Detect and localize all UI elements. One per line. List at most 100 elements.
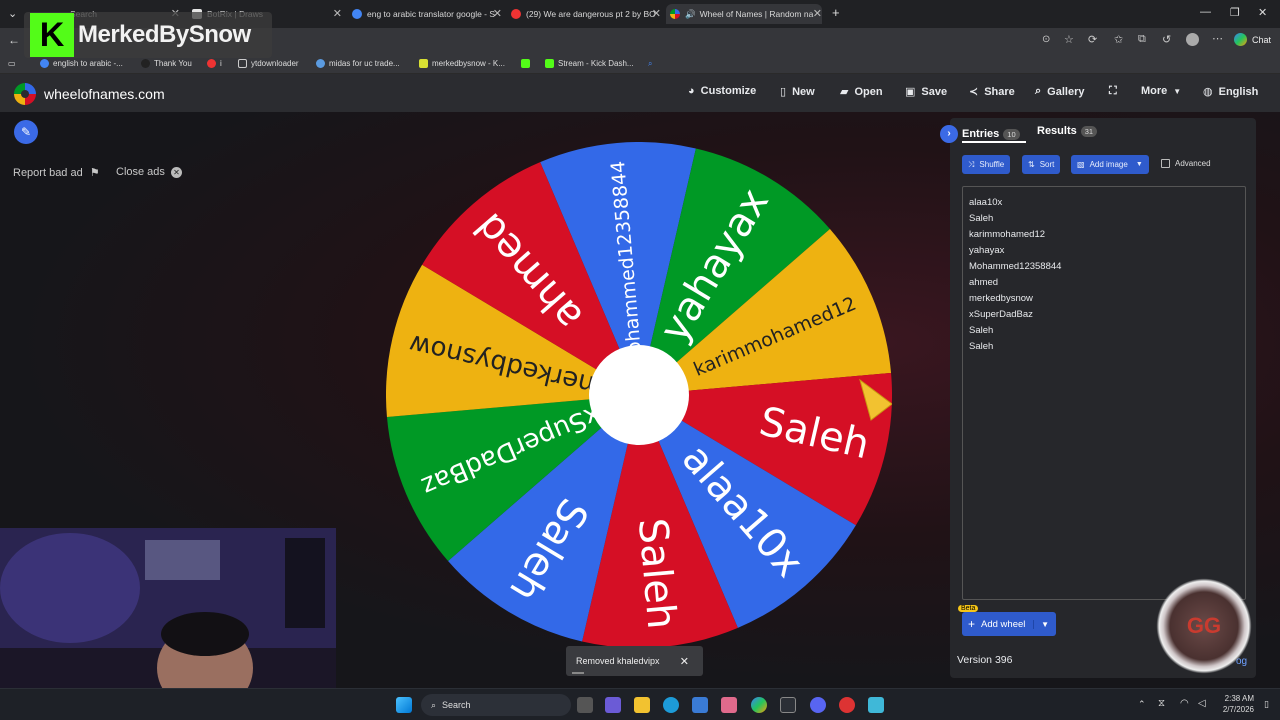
shuffle-icon: ⤨ xyxy=(968,159,975,169)
palette-icon: ◕ xyxy=(688,85,695,97)
favorites-icon[interactable]: ✩ xyxy=(1114,33,1123,46)
new-tab-button[interactable]: + xyxy=(832,5,840,20)
obs-icon[interactable] xyxy=(839,697,855,713)
profile-avatar[interactable] xyxy=(1186,33,1199,46)
shuffle-button[interactable]: ⤨ Shuffle xyxy=(962,155,1011,174)
discord-icon[interactable] xyxy=(810,697,826,713)
report-bad-ad-link[interactable]: Report bad ad ⚑ xyxy=(13,166,100,179)
new-document-icon: ▯ xyxy=(780,86,787,98)
checkbox-box[interactable] xyxy=(1161,159,1170,168)
entries-textarea[interactable]: alaa10x Saleh karimmohamed12 yahayax Moh… xyxy=(962,186,1246,600)
entry-line: ahmed xyxy=(969,277,999,288)
bookmark-item[interactable]: english to arabic -... xyxy=(40,59,123,68)
bookmark-label: i xyxy=(220,59,222,68)
collapse-panel-icon[interactable]: › xyxy=(940,125,958,143)
notifications-icon[interactable]: ▯ xyxy=(1264,699,1269,710)
wheel[interactable]: Mohammed12358844 yahayaxkarimmohamed12Sal… xyxy=(386,142,892,648)
share-button[interactable]: ≺ Share xyxy=(969,85,1015,99)
close-ads-link[interactable]: Close ads ✕ xyxy=(116,166,182,178)
bookmark-item[interactable]: midas for uc trade... xyxy=(316,59,400,68)
fullscreen-button[interactable]: ⛶ xyxy=(1109,85,1123,98)
app-icon[interactable] xyxy=(780,697,796,713)
volume-icon[interactable]: ◁ xyxy=(1198,698,1206,709)
star-icon[interactable]: ☆ xyxy=(1064,33,1074,46)
bookmark-item[interactable]: i xyxy=(207,59,222,68)
more-icon[interactable]: ⊙ xyxy=(1042,34,1050,45)
tab-results[interactable]: Results 31 xyxy=(1037,125,1098,137)
tab-search-menu-icon[interactable]: ⌄ xyxy=(8,7,17,20)
teams-icon[interactable] xyxy=(605,697,621,713)
edit-wheel-button[interactable]: ✎ xyxy=(14,120,38,144)
bookmark-item[interactable]: Thank You xyxy=(141,59,192,68)
close-icon[interactable]: ✕ xyxy=(813,7,822,20)
more-button[interactable]: More ▼ xyxy=(1141,85,1181,97)
minimize-icon[interactable]: — xyxy=(1200,6,1211,18)
edge-icon[interactable] xyxy=(663,697,679,713)
button-label: English xyxy=(1218,85,1259,98)
advanced-checkbox[interactable]: Advanced xyxy=(1161,159,1211,168)
save-button[interactable]: ▣ Save xyxy=(905,85,947,99)
tray-chevron-icon[interactable]: ⌃ xyxy=(1138,699,1146,710)
checkbox-label: Advanced xyxy=(1175,159,1211,168)
language-button[interactable]: ◍ English xyxy=(1203,85,1259,99)
sort-button[interactable]: ⇅ Sort xyxy=(1022,155,1061,174)
notepad-icon[interactable] xyxy=(868,697,884,713)
results-count-badge: 31 xyxy=(1080,125,1098,137)
entry-line: Saleh xyxy=(969,213,994,224)
close-icon[interactable]: ✕ xyxy=(333,7,342,20)
speaker-icon[interactable]: 🔊 xyxy=(685,9,696,20)
chat-button[interactable]: Chat xyxy=(1252,35,1271,45)
bookmark-item[interactable] xyxy=(521,59,534,68)
store-icon[interactable] xyxy=(692,697,708,713)
open-button[interactable]: ▰ Open xyxy=(840,85,883,99)
new-button[interactable]: ▯ New xyxy=(780,85,815,99)
beta-badge: Beta xyxy=(958,605,979,612)
close-icon[interactable]: ✕ xyxy=(493,7,502,20)
button-label: Shuffle xyxy=(979,160,1005,169)
version-text: Version 396 xyxy=(957,654,1013,666)
tab-youtube[interactable]: (29) We are dangerous pt 2 by BO ✕ xyxy=(511,4,661,24)
tab-label: Wheel of Names | Random na xyxy=(699,9,814,19)
extension-icon[interactable]: ⟳ xyxy=(1088,33,1097,46)
search-icon[interactable]: ⌕ xyxy=(648,59,652,69)
bookmarks-menu-icon[interactable]: ▭ xyxy=(8,59,16,68)
bookmark-item[interactable]: merkedbysnow - K... xyxy=(419,59,505,68)
customize-button[interactable]: ◕ Customize xyxy=(688,85,756,97)
file-explorer-icon[interactable] xyxy=(634,697,650,713)
split-screen-icon[interactable]: ⧉ xyxy=(1138,33,1146,46)
tab-wheel-of-names[interactable]: 🔊 Wheel of Names | Random na ✕ xyxy=(666,4,822,24)
entry-line: Saleh xyxy=(969,341,994,352)
bookmark-item[interactable]: ytdownloader xyxy=(238,59,299,68)
close-icon[interactable]: ✕ xyxy=(652,7,661,20)
bookmark-item[interactable]: Stream - Kick Dash... xyxy=(545,59,634,68)
flag-icon: ⚑ xyxy=(89,167,100,179)
kick-logo-icon: K xyxy=(30,13,74,57)
button-label: Customize xyxy=(700,85,757,97)
restore-icon[interactable]: ❐ xyxy=(1230,6,1240,19)
start-windows-icon[interactable] xyxy=(396,697,412,713)
history-icon[interactable]: ↺ xyxy=(1162,33,1171,46)
tab-translator[interactable]: eng to arabic translator google - S ✕ xyxy=(352,4,502,24)
bluetooth-icon[interactable]: ⧖ xyxy=(1158,698,1165,709)
gallery-button[interactable]: ⌕ Gallery xyxy=(1035,85,1084,98)
copilot-icon[interactable] xyxy=(751,697,767,713)
clock[interactable]: 2:38 AM 2/7/2026 xyxy=(1216,693,1254,715)
bookmark-label: Stream - Kick Dash... xyxy=(558,59,634,68)
copilot-icon[interactable] xyxy=(1234,33,1247,46)
app-icon[interactable] xyxy=(721,697,737,713)
back-icon[interactable]: ← xyxy=(8,33,20,47)
add-image-button[interactable]: ▧ Add image ▼ xyxy=(1071,155,1149,174)
close-icon[interactable]: ✕ xyxy=(680,655,689,668)
site-icon xyxy=(316,59,325,68)
task-view-icon[interactable] xyxy=(577,697,593,713)
entry-line: merkedbysnow xyxy=(969,293,1033,304)
window-close-icon[interactable]: ✕ xyxy=(1258,6,1267,19)
settings-menu-icon[interactable]: ⋯ xyxy=(1212,32,1223,45)
taskbar-search[interactable]: ⌕ Search xyxy=(421,694,571,716)
kick-icon xyxy=(545,59,554,68)
add-wheel-menu-caret-icon[interactable]: ▼ xyxy=(1033,619,1056,629)
site-logo[interactable]: wheelofnames.com xyxy=(14,83,165,105)
wifi-icon[interactable]: ◠ xyxy=(1180,698,1189,709)
add-wheel-button[interactable]: + Add wheel ▼ xyxy=(962,612,1056,636)
wheel-center[interactable] xyxy=(589,345,689,445)
